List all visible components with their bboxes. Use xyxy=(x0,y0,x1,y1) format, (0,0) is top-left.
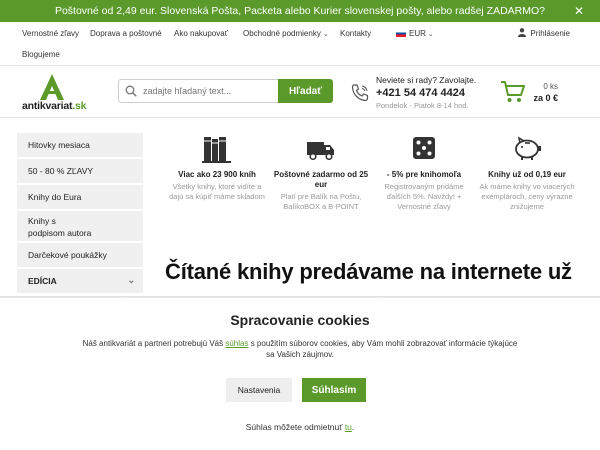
sidebar-item-label: EDÍCIA xyxy=(28,276,57,286)
close-icon[interactable]: ✕ xyxy=(574,4,584,18)
cookie-settings-button[interactable]: Nastavenia xyxy=(226,378,292,402)
sidebar-item-hitovky[interactable]: Hitovky mesiaca xyxy=(17,133,143,157)
logo-text: antikvariat.sk xyxy=(22,100,87,112)
site-header: antikvariat.sk Hľadať Neviete si rady? Z… xyxy=(0,66,600,118)
cookie-withdraw: Súhlas môžete odmietnuť tu. xyxy=(0,422,600,432)
contact-hours: Pondelok - Piatok 8-14 hod. xyxy=(376,101,469,110)
chevron-down-icon: ⌄ xyxy=(322,31,329,38)
feature-description: Registrovaným pridáme ďalších 5%. Navždy… xyxy=(384,182,464,211)
dice-icon xyxy=(413,137,435,159)
currency-select[interactable]: EUR ⌄ xyxy=(396,29,434,38)
withdraw-link[interactable]: tu xyxy=(345,422,352,432)
nav-contacts[interactable]: Kontakty xyxy=(340,29,371,38)
user-icon xyxy=(518,28,527,37)
search-button[interactable]: Hľadať xyxy=(278,79,333,103)
logo-name: antikvariat xyxy=(22,100,73,112)
promo-bar: Poštovné od 2,49 eur. Slovenská Pošta, P… xyxy=(0,0,600,22)
feature-discount: - 5% pre knihomoľa Registrovaným pridáme… xyxy=(372,135,476,212)
sidebar-item-zlavy[interactable]: 50 - 80 % ZĽAVY xyxy=(17,159,143,183)
sidebar-item-edicia[interactable]: EDÍCIA ⌄ xyxy=(17,269,143,293)
cookie-text: Náš antikvariát a partneri potrebujú Váš… xyxy=(80,338,520,360)
piggy-bank-icon xyxy=(515,136,541,160)
nav-blog[interactable]: Blogujeme xyxy=(22,50,60,59)
cart-total: za 0 € xyxy=(533,93,558,103)
chevron-down-icon: ⌄ xyxy=(127,275,135,285)
contact-prompt: Neviete si rady? Zavolajte. xyxy=(376,75,477,85)
cookie-text-after: s použitím súborov cookies, aby Vám mohl… xyxy=(248,339,518,359)
search-box xyxy=(118,79,278,103)
search-input[interactable] xyxy=(143,83,273,99)
promo-message: Poštovné od 2,49 eur. Slovenská Pošta, P… xyxy=(54,5,546,17)
sidebar-item-podpis[interactable]: Knihy s podpisom autora xyxy=(17,211,143,241)
logo-mark-icon xyxy=(40,74,64,100)
feature-books: Viac ako 23 900 kníh Všetky knihy, ktoré… xyxy=(165,135,269,202)
cookie-text-before: Náš antikvariát a partneri potrebujú Váš xyxy=(82,339,226,348)
feature-title: Viac ako 23 900 kníh xyxy=(178,170,256,179)
cookie-title: Spracovanie cookies xyxy=(230,312,370,328)
search-icon xyxy=(125,85,137,97)
truck-icon xyxy=(307,142,334,161)
feature-title: Poštovné zadarmo od 25 eur xyxy=(273,170,369,189)
nav-terms[interactable]: Obchodné podmienky ⌄ xyxy=(243,29,329,38)
category-sidebar: Hitovky mesiaca 50 - 80 % ZĽAVY Knihy do… xyxy=(17,133,143,295)
nav-loyalty-discounts[interactable]: Vernostné zľavy xyxy=(22,29,79,38)
login-link[interactable]: Prihlásenie xyxy=(518,28,570,38)
page-headline: Čítané knihy predávame na internete už xyxy=(165,259,572,284)
nav-terms-label: Obchodné podmienky xyxy=(243,29,321,38)
top-navigation: Vernostné zľavy Doprava a poštovné Ako n… xyxy=(0,22,600,66)
flag-icon xyxy=(396,30,406,37)
feature-description: Platí pre Balík na Poštu, BalíkoBOX a B-… xyxy=(280,192,362,211)
login-label: Prihlásenie xyxy=(530,29,570,38)
consent-link[interactable]: súhlas xyxy=(225,339,248,348)
sidebar-item-poukazky[interactable]: Darčekové poukážky xyxy=(17,243,143,267)
feature-description: Všetky knihy, ktoré vidíte a dajú sa kúp… xyxy=(169,182,265,201)
feature-shipping: Poštovné zadarmo od 25 eur Platí pre Bal… xyxy=(269,135,373,212)
phone-icon xyxy=(351,84,369,102)
chevron-down-icon: ⌄ xyxy=(427,31,434,38)
feature-title: Knihy už od 0,19 eur xyxy=(488,170,566,179)
books-icon xyxy=(202,137,231,163)
feature-title: - 5% pre knihomoľa xyxy=(386,170,462,179)
sidebar-item-knihy-do-eura[interactable]: Knihy do Eura xyxy=(17,185,143,209)
withdraw-period: . xyxy=(351,422,355,432)
feature-price: Knihy už od 0,19 eur Ak máme knihy vo vi… xyxy=(475,135,579,212)
nav-how-to-buy[interactable]: Ako nakupovať xyxy=(174,29,228,38)
cart-icon xyxy=(501,81,525,102)
cookie-banner: Spracovanie cookies Náš antikvariát a pa… xyxy=(0,298,600,450)
withdraw-text: Súhlas môžete odmietnuť xyxy=(245,422,345,432)
feature-description: Ak máme knihy vo viacerých exemplároch, … xyxy=(479,182,575,211)
logo-tld: .sk xyxy=(72,100,87,112)
cookie-accept-button[interactable]: Súhlasím xyxy=(302,378,366,402)
cart-count: 0 ks xyxy=(543,82,558,91)
logo[interactable]: antikvariat.sk xyxy=(22,74,92,114)
currency-label: EUR xyxy=(409,29,426,38)
contact-phone[interactable]: +421 54 474 4424 xyxy=(376,87,465,99)
nav-shipping[interactable]: Doprava a poštovné xyxy=(90,29,162,38)
cart[interactable]: 0 ks za 0 € xyxy=(500,78,562,108)
